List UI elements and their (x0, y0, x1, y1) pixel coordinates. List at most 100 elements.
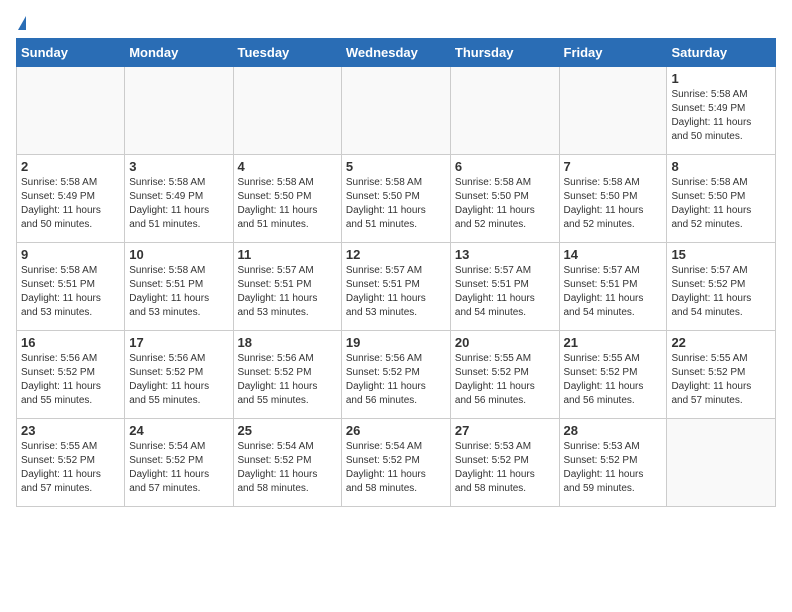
week-row-1: 2Sunrise: 5:58 AM Sunset: 5:49 PM Daylig… (17, 155, 776, 243)
calendar-cell (341, 67, 450, 155)
calendar-cell: 20 Sunrise: 5:55 AM Sunset: 5:52 PM Dayli… (450, 331, 559, 419)
calendar-cell (233, 67, 341, 155)
day-number: 4 (238, 159, 337, 174)
calendar-cell: 14 Sunrise: 5:57 AM Sunset: 5:51 PM Dayli… (559, 243, 667, 331)
week-row-3: 16 Sunrise: 5:56 AM Sunset: 5:52 PM Dayli… (17, 331, 776, 419)
header (16, 16, 776, 30)
calendar-cell: 12Sunrise: 5:57 AM Sunset: 5:51 PM Dayli… (341, 243, 450, 331)
day-number: 23 (21, 423, 120, 438)
day-number: 15 (671, 247, 771, 262)
day-number: 14 (564, 247, 663, 262)
day-info: Sunrise: 5:58 AM Sunset: 5:50 PM Dayligh… (238, 176, 337, 232)
calendar-cell: 5 Sunrise: 5:58 AM Sunset: 5:50 PM Daylig… (341, 155, 450, 243)
col-header-sunday: Sunday (17, 39, 125, 67)
day-number: 27 (455, 423, 555, 438)
day-info: Sunrise: 5:56 AM Sunset: 5:52 PM Dayligh… (129, 352, 228, 408)
calendar-cell: 3 Sunrise: 5:58 AM Sunset: 5:49 PM Daylig… (125, 155, 233, 243)
day-info: Sunrise: 5:55 AM Sunset: 5:52 PM Dayligh… (455, 352, 555, 408)
day-number: 13 (455, 247, 555, 262)
day-number: 6 (455, 159, 555, 174)
logo (16, 16, 26, 30)
calendar-cell: 22 Sunrise: 5:55 AM Sunset: 5:52 PM Dayli… (667, 331, 776, 419)
day-info: Sunrise: 5:57 AM Sunset: 5:51 PM Dayligh… (455, 264, 555, 320)
day-info: Sunrise: 5:58 AM Sunset: 5:49 PM Dayligh… (671, 88, 771, 144)
day-number: 17 (129, 335, 228, 350)
logo-triangle-icon (18, 16, 26, 30)
day-info: Sunrise: 5:58 AM Sunset: 5:50 PM Dayligh… (455, 176, 555, 232)
week-row-2: 9 Sunrise: 5:58 AM Sunset: 5:51 PM Daylig… (17, 243, 776, 331)
calendar-cell: 25 Sunrise: 5:54 AM Sunset: 5:52 PM Dayli… (233, 419, 341, 507)
day-info: Sunrise: 5:58 AM Sunset: 5:50 PM Dayligh… (671, 176, 771, 232)
day-info: Sunrise: 5:56 AM Sunset: 5:52 PM Dayligh… (346, 352, 446, 408)
col-header-monday: Monday (125, 39, 233, 67)
day-number: 21 (564, 335, 663, 350)
calendar-cell: 11Sunrise: 5:57 AM Sunset: 5:51 PM Dayli… (233, 243, 341, 331)
calendar-cell: 9 Sunrise: 5:58 AM Sunset: 5:51 PM Daylig… (17, 243, 125, 331)
day-number: 28 (564, 423, 663, 438)
day-number: 3 (129, 159, 228, 174)
day-number: 16 (21, 335, 120, 350)
calendar-cell: 6 Sunrise: 5:58 AM Sunset: 5:50 PM Daylig… (450, 155, 559, 243)
calendar-cell: 21 Sunrise: 5:55 AM Sunset: 5:52 PM Dayli… (559, 331, 667, 419)
day-number: 20 (455, 335, 555, 350)
calendar-cell: 23 Sunrise: 5:55 AM Sunset: 5:52 PM Dayli… (17, 419, 125, 507)
day-number: 24 (129, 423, 228, 438)
day-info: Sunrise: 5:55 AM Sunset: 5:52 PM Dayligh… (21, 440, 120, 496)
day-info: Sunrise: 5:56 AM Sunset: 5:52 PM Dayligh… (238, 352, 337, 408)
calendar-cell (17, 67, 125, 155)
day-number: 10 (129, 247, 228, 262)
day-info: Sunrise: 5:56 AM Sunset: 5:52 PM Dayligh… (21, 352, 120, 408)
day-number: 5 (346, 159, 446, 174)
day-number: 7 (564, 159, 663, 174)
calendar-cell: 1 Sunrise: 5:58 AM Sunset: 5:49 PM Daylig… (667, 67, 776, 155)
calendar-cell: 28 Sunrise: 5:53 AM Sunset: 5:52 PM Dayli… (559, 419, 667, 507)
calendar-cell: 18 Sunrise: 5:56 AM Sunset: 5:52 PM Dayli… (233, 331, 341, 419)
day-info: Sunrise: 5:58 AM Sunset: 5:49 PM Dayligh… (21, 176, 120, 232)
day-number: 18 (238, 335, 337, 350)
day-number: 25 (238, 423, 337, 438)
calendar-cell: 16 Sunrise: 5:56 AM Sunset: 5:52 PM Dayli… (17, 331, 125, 419)
day-info: Sunrise: 5:58 AM Sunset: 5:49 PM Dayligh… (129, 176, 228, 232)
calendar-cell: 4 Sunrise: 5:58 AM Sunset: 5:50 PM Daylig… (233, 155, 341, 243)
week-row-4: 23 Sunrise: 5:55 AM Sunset: 5:52 PM Dayli… (17, 419, 776, 507)
day-info: Sunrise: 5:58 AM Sunset: 5:50 PM Dayligh… (564, 176, 663, 232)
day-info: Sunrise: 5:58 AM Sunset: 5:51 PM Dayligh… (21, 264, 120, 320)
day-info: Sunrise: 5:55 AM Sunset: 5:52 PM Dayligh… (671, 352, 771, 408)
calendar: SundayMondayTuesdayWednesdayThursdayFrid… (16, 38, 776, 507)
col-header-tuesday: Tuesday (233, 39, 341, 67)
col-header-friday: Friday (559, 39, 667, 67)
calendar-cell: 13 Sunrise: 5:57 AM Sunset: 5:51 PM Dayli… (450, 243, 559, 331)
calendar-cell: 27 Sunrise: 5:53 AM Sunset: 5:52 PM Dayli… (450, 419, 559, 507)
day-number: 9 (21, 247, 120, 262)
calendar-header-row: SundayMondayTuesdayWednesdayThursdayFrid… (17, 39, 776, 67)
col-header-saturday: Saturday (667, 39, 776, 67)
day-info: Sunrise: 5:58 AM Sunset: 5:51 PM Dayligh… (129, 264, 228, 320)
day-info: Sunrise: 5:54 AM Sunset: 5:52 PM Dayligh… (238, 440, 337, 496)
day-info: Sunrise: 5:58 AM Sunset: 5:50 PM Dayligh… (346, 176, 446, 232)
day-number: 19 (346, 335, 446, 350)
col-header-thursday: Thursday (450, 39, 559, 67)
day-number: 12 (346, 247, 446, 262)
calendar-cell: 8 Sunrise: 5:58 AM Sunset: 5:50 PM Daylig… (667, 155, 776, 243)
day-number: 1 (671, 71, 771, 86)
day-info: Sunrise: 5:55 AM Sunset: 5:52 PM Dayligh… (564, 352, 663, 408)
day-info: Sunrise: 5:57 AM Sunset: 5:51 PM Dayligh… (564, 264, 663, 320)
calendar-cell: 2Sunrise: 5:58 AM Sunset: 5:49 PM Daylig… (17, 155, 125, 243)
day-number: 22 (671, 335, 771, 350)
day-number: 11 (238, 247, 337, 262)
day-info: Sunrise: 5:54 AM Sunset: 5:52 PM Dayligh… (129, 440, 228, 496)
day-info: Sunrise: 5:53 AM Sunset: 5:52 PM Dayligh… (564, 440, 663, 496)
day-number: 26 (346, 423, 446, 438)
week-row-0: 1 Sunrise: 5:58 AM Sunset: 5:49 PM Daylig… (17, 67, 776, 155)
day-info: Sunrise: 5:54 AM Sunset: 5:52 PM Dayligh… (346, 440, 446, 496)
calendar-cell (667, 419, 776, 507)
col-header-wednesday: Wednesday (341, 39, 450, 67)
day-number: 8 (671, 159, 771, 174)
calendar-cell: 17 Sunrise: 5:56 AM Sunset: 5:52 PM Dayli… (125, 331, 233, 419)
day-info: Sunrise: 5:53 AM Sunset: 5:52 PM Dayligh… (455, 440, 555, 496)
calendar-cell: 15 Sunrise: 5:57 AM Sunset: 5:52 PM Dayli… (667, 243, 776, 331)
calendar-cell: 19 Sunrise: 5:56 AM Sunset: 5:52 PM Dayli… (341, 331, 450, 419)
calendar-cell: 26 Sunrise: 5:54 AM Sunset: 5:52 PM Dayli… (341, 419, 450, 507)
calendar-cell: 7 Sunrise: 5:58 AM Sunset: 5:50 PM Daylig… (559, 155, 667, 243)
day-info: Sunrise: 5:57 AM Sunset: 5:52 PM Dayligh… (671, 264, 771, 320)
